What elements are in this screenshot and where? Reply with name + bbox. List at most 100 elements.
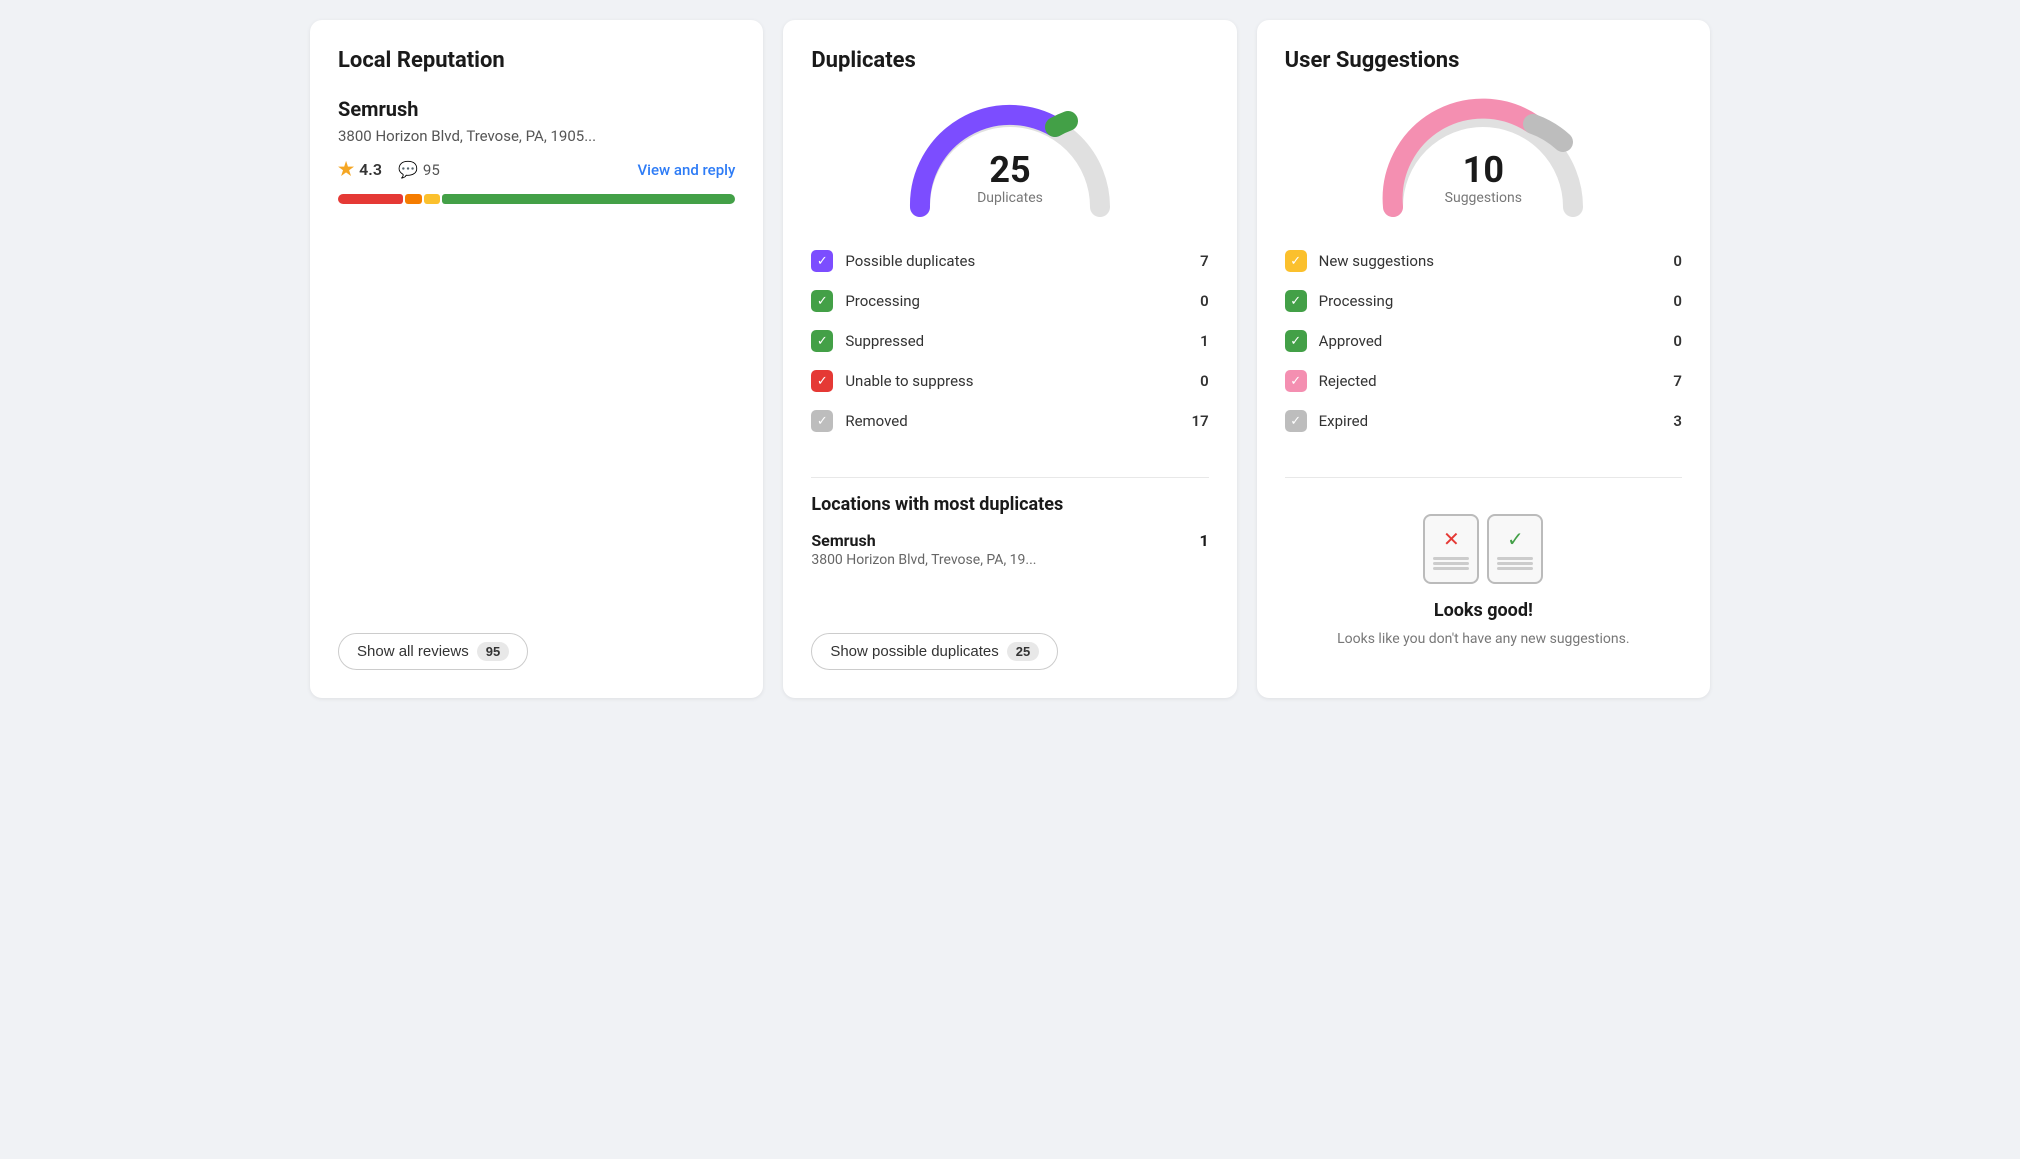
- doc-line: [1433, 562, 1469, 565]
- stat-rejected-label: Rejected: [1319, 372, 1377, 390]
- bar-red: [338, 194, 403, 204]
- star-icon: ★: [338, 159, 354, 180]
- duplicates-title: Duplicates: [811, 48, 1208, 73]
- check-processing-icon: ✓: [811, 290, 833, 312]
- stat-rejected: ✓ Rejected 7: [1285, 361, 1682, 401]
- stat-possible-duplicates: ✓ Possible duplicates 7: [811, 241, 1208, 281]
- bar-green: [442, 194, 735, 204]
- location-name: Semrush 1: [811, 531, 1208, 550]
- looks-good-title: Looks good!: [1434, 600, 1533, 621]
- user-suggestions-card: User Suggestions 10 Suggestions ✓ New su…: [1257, 20, 1710, 698]
- location-count: 1: [1199, 531, 1208, 550]
- rating-value: 4.3: [359, 160, 382, 179]
- doc-card-rejected: ✕: [1423, 514, 1479, 584]
- dashboard: Local Reputation Semrush 3800 Horizon Bl…: [310, 20, 1710, 698]
- duplicates-gauge: 25 Duplicates: [811, 97, 1208, 217]
- stat-suppressed: ✓ Suppressed 1: [811, 321, 1208, 361]
- doc-line: [1433, 557, 1469, 560]
- location-item: Semrush 1 3800 Horizon Blvd, Trevose, PA…: [811, 531, 1208, 568]
- stat-possible-duplicates-count: 7: [1200, 252, 1209, 270]
- check-processing-suggestions-icon: ✓: [1285, 290, 1307, 312]
- stat-expired-count: 3: [1673, 412, 1682, 430]
- stat-processing-suggestions-label: Processing: [1319, 292, 1394, 310]
- check-suppressed-icon: ✓: [811, 330, 833, 352]
- bar-yellow: [424, 194, 440, 204]
- suggestions-number: 10: [1445, 152, 1522, 188]
- location-address: 3800 Horizon Blvd, Trevose, PA, 19...: [811, 552, 1208, 568]
- stat-unable-label: Unable to suppress: [845, 372, 973, 390]
- show-possible-duplicates-button[interactable]: Show possible duplicates 25: [811, 633, 1058, 670]
- show-all-reviews-label: Show all reviews: [357, 643, 469, 660]
- stat-new-suggestions: ✓ New suggestions 0: [1285, 241, 1682, 281]
- check-removed-icon: ✓: [811, 410, 833, 432]
- stat-removed-count: 17: [1192, 412, 1209, 430]
- doc-line: [1497, 567, 1533, 570]
- review-count-value: 95: [423, 161, 440, 179]
- suggestions-gauge-center: 10 Suggestions: [1445, 152, 1522, 206]
- local-reputation-title: Local Reputation: [338, 48, 735, 73]
- duplicates-stats-list: ✓ Possible duplicates 7 ✓ Processing 0 ✓…: [811, 241, 1208, 441]
- check-unable-icon: ✓: [811, 370, 833, 392]
- doc-line: [1497, 562, 1533, 565]
- business-address: 3800 Horizon Blvd, Trevose, PA, 1905...: [338, 127, 735, 145]
- show-duplicates-count: 25: [1007, 642, 1039, 661]
- stat-rejected-count: 7: [1673, 372, 1682, 390]
- stat-suppressed-count: 1: [1200, 332, 1209, 350]
- stat-approved-label: Approved: [1319, 332, 1383, 350]
- bar-orange: [405, 194, 421, 204]
- duplicates-gauge-label: Duplicates: [977, 190, 1043, 206]
- stat-processing: ✓ Processing 0: [811, 281, 1208, 321]
- stat-suppressed-label: Suppressed: [845, 332, 924, 350]
- check-rejected-icon: ✓: [1285, 370, 1307, 392]
- duplicates-gauge-center: 25 Duplicates: [977, 152, 1043, 206]
- doc-line: [1433, 567, 1469, 570]
- business-name: Semrush: [338, 97, 735, 121]
- stat-expired-label: Expired: [1319, 412, 1368, 430]
- rating-row: ★ 4.3 💬 95 View and reply: [338, 159, 735, 180]
- suggestions-stats-list: ✓ New suggestions 0 ✓ Processing 0 ✓ App…: [1285, 241, 1682, 441]
- looks-good-section: ✕ ✓ Looks good! Looks: [1285, 494, 1682, 670]
- show-all-reviews-button[interactable]: Show all reviews 95: [338, 633, 528, 670]
- suggestions-gauge: 10 Suggestions: [1285, 97, 1682, 217]
- stat-processing-suggestions-count: 0: [1673, 292, 1682, 310]
- divider-2: [1285, 477, 1682, 478]
- check-new-icon: ✓: [1285, 250, 1307, 272]
- check-possible-duplicates-icon: ✓: [811, 250, 833, 272]
- stat-processing-count: 0: [1200, 292, 1209, 310]
- user-suggestions-title: User Suggestions: [1285, 48, 1682, 73]
- doc-lines-1: [1433, 555, 1469, 572]
- stat-approved: ✓ Approved 0: [1285, 321, 1682, 361]
- rating-bar: [338, 194, 735, 204]
- doc-lines-2: [1497, 555, 1533, 572]
- stat-processing-label: Processing: [845, 292, 920, 310]
- locations-section-title: Locations with most duplicates: [811, 494, 1208, 515]
- stat-removed: ✓ Removed 17: [811, 401, 1208, 441]
- stat-unable-to-suppress: ✓ Unable to suppress 0: [811, 361, 1208, 401]
- looks-good-desc: Looks like you don't have any new sugges…: [1337, 629, 1629, 650]
- local-reputation-card: Local Reputation Semrush 3800 Horizon Bl…: [310, 20, 763, 698]
- doc-card-approved: ✓: [1487, 514, 1543, 584]
- duplicates-card: Duplicates 25 Duplicates ✓ Possible dupl…: [783, 20, 1236, 698]
- show-all-reviews-count: 95: [477, 642, 509, 661]
- stat-removed-label: Removed: [845, 412, 907, 430]
- stat-possible-duplicates-label: Possible duplicates: [845, 252, 975, 270]
- view-reply-link[interactable]: View and reply: [638, 161, 736, 179]
- suggestions-gauge-label: Suggestions: [1445, 190, 1522, 206]
- doc-line: [1497, 557, 1533, 560]
- stat-new-label: New suggestions: [1319, 252, 1434, 270]
- duplicates-number: 25: [977, 152, 1043, 188]
- show-duplicates-label: Show possible duplicates: [830, 643, 998, 660]
- review-count-display: 💬 95: [398, 160, 440, 179]
- divider-1: [811, 477, 1208, 478]
- stat-new-count: 0: [1673, 252, 1682, 270]
- x-icon: ✕: [1443, 527, 1460, 551]
- check-expired-icon: ✓: [1285, 410, 1307, 432]
- check-approved-icon: ✓: [1285, 330, 1307, 352]
- location-name-text: Semrush: [811, 531, 875, 550]
- stat-unable-count: 0: [1200, 372, 1209, 390]
- stat-processing-suggestions: ✓ Processing 0: [1285, 281, 1682, 321]
- stat-approved-count: 0: [1673, 332, 1682, 350]
- stat-expired: ✓ Expired 3: [1285, 401, 1682, 441]
- check-mark-icon: ✓: [1507, 527, 1524, 551]
- looks-good-icon: ✕ ✓: [1423, 514, 1543, 584]
